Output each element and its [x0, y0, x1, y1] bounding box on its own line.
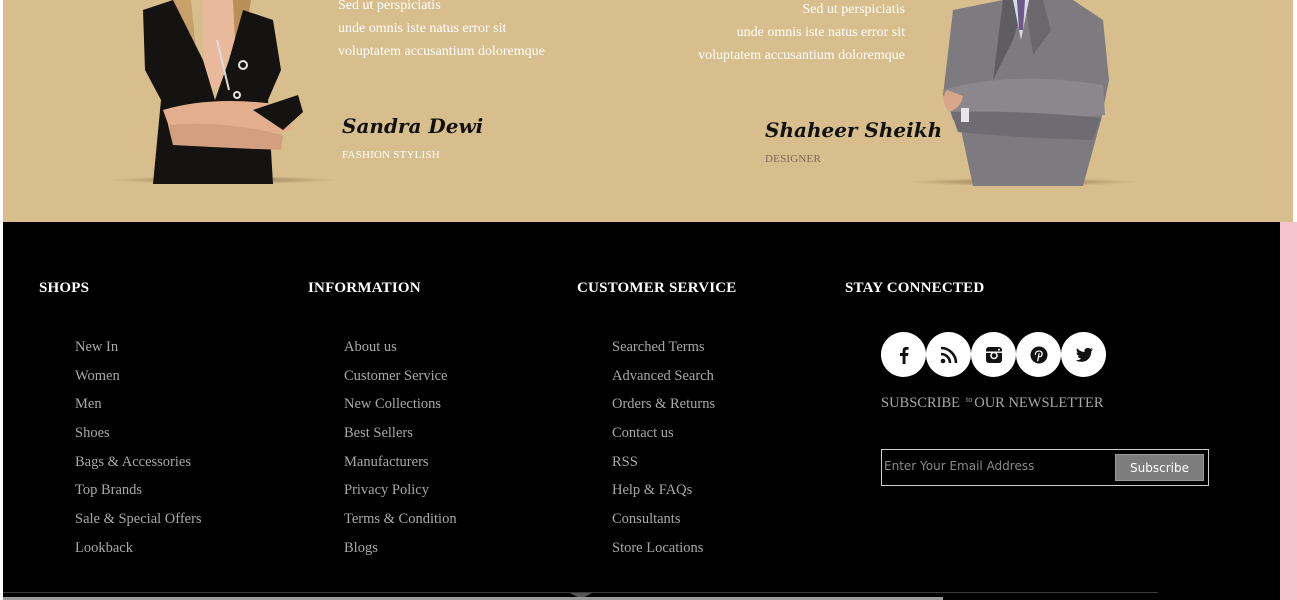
- newsletter-label-prefix: SUBSCRIBE: [881, 395, 960, 411]
- side-accent-strip: [1280, 222, 1297, 600]
- testimonial-role-left: FASHION STYLISH: [342, 149, 440, 161]
- twitter-link[interactable]: [1061, 332, 1106, 377]
- footer-link[interactable]: Searched Terms: [612, 336, 715, 365]
- facebook-icon: [899, 346, 909, 364]
- testimonial-photo-sandra: [133, 0, 313, 184]
- pinterest-icon: [1030, 346, 1047, 363]
- footer-link[interactable]: Store Locations: [612, 537, 715, 566]
- rss-icon: [940, 346, 957, 363]
- testimonial-name-right: Shaheer Sheikh: [765, 118, 943, 142]
- quote-line: voluptatem accusantium doloremque: [698, 48, 905, 63]
- footer-link[interactable]: New Collections: [344, 393, 457, 422]
- instagram-icon: [985, 346, 1002, 363]
- subscribe-button[interactable]: Subscribe: [1115, 454, 1204, 481]
- newsletter-label-small: to: [965, 395, 973, 404]
- footer-list-information: About us Customer Service New Collection…: [344, 336, 457, 566]
- footer-link[interactable]: Manufacturers: [344, 451, 457, 480]
- footer-heading-stay-connected: STAY CONNECTED: [845, 280, 985, 296]
- footer-link[interactable]: About us: [344, 336, 457, 365]
- footer-link[interactable]: Customer Service: [344, 365, 457, 394]
- footer-link[interactable]: Advanced Search: [612, 365, 715, 394]
- footer-link[interactable]: Men: [75, 393, 202, 422]
- newsletter-form: Subscribe: [881, 449, 1209, 486]
- rss-link[interactable]: [926, 332, 971, 377]
- footer-heading-customer-service: CUSTOMER SERVICE: [577, 280, 737, 296]
- footer-link[interactable]: Terms & Condition: [344, 508, 457, 537]
- newsletter-label-suffix: OUR NEWSLETTER: [974, 395, 1104, 411]
- footer-link[interactable]: New In: [75, 336, 202, 365]
- quote-line: voluptatem accusantium doloremque: [338, 44, 545, 59]
- footer-link[interactable]: Contact us: [612, 422, 715, 451]
- pinterest-link[interactable]: [1016, 332, 1061, 377]
- quote-line: Sed ut perspiciatis: [338, 0, 441, 13]
- social-links: [881, 332, 1106, 377]
- footer-heading-information: INFORMATION: [308, 280, 421, 296]
- footer-link[interactable]: Shoes: [75, 422, 202, 451]
- quote-line: unde omnis iste natus error sit: [736, 25, 905, 40]
- footer-link[interactable]: Lookback: [75, 537, 202, 566]
- footer-link[interactable]: Privacy Policy: [344, 479, 457, 508]
- quote-line: unde omnis iste natus error sit: [338, 21, 507, 36]
- testimonial-quote-left: Sed ut perspiciatis unde omnis iste natu…: [338, 0, 545, 63]
- footer-list-shops: New In Women Men Shoes Bags & Accessorie…: [75, 336, 202, 566]
- facebook-link[interactable]: [881, 332, 926, 377]
- testimonial-photo-shaheer: [933, 0, 1118, 186]
- instagram-link[interactable]: [971, 332, 1016, 377]
- testimonial-name-left: Sandra Dewi: [342, 114, 484, 138]
- testimonial-quote-right: Sed ut perspiciatis unde omnis iste natu…: [663, 0, 905, 67]
- footer-link[interactable]: RSS: [612, 451, 715, 480]
- footer-link[interactable]: Top Brands: [75, 479, 202, 508]
- footer-list-customer-service: Searched Terms Advanced Search Orders & …: [612, 336, 715, 566]
- footer-link[interactable]: Help & FAQs: [612, 479, 715, 508]
- footer-link[interactable]: Consultants: [612, 508, 715, 537]
- footer-link[interactable]: Bags & Accessories: [75, 451, 202, 480]
- footer-link[interactable]: Best Sellers: [344, 422, 457, 451]
- footer-heading-shops: SHOPS: [39, 280, 90, 296]
- quote-line: Sed ut perspiciatis: [802, 2, 905, 17]
- footer-link[interactable]: Blogs: [344, 537, 457, 566]
- testimonials-section: Sed ut perspiciatis unde omnis iste natu…: [3, 0, 1293, 222]
- footer-link[interactable]: Women: [75, 365, 202, 394]
- testimonial-role-right: DESIGNER: [765, 153, 821, 165]
- email-input[interactable]: [884, 453, 1104, 479]
- footer-link[interactable]: Sale & Special Offers: [75, 508, 202, 537]
- twitter-icon: [1075, 347, 1093, 362]
- newsletter-label: SUBSCRIBE to OUR NEWSLETTER: [881, 395, 1104, 412]
- site-footer: SHOPS New In Women Men Shoes Bags & Acce…: [3, 222, 1280, 600]
- footer-link[interactable]: Orders & Returns: [612, 393, 715, 422]
